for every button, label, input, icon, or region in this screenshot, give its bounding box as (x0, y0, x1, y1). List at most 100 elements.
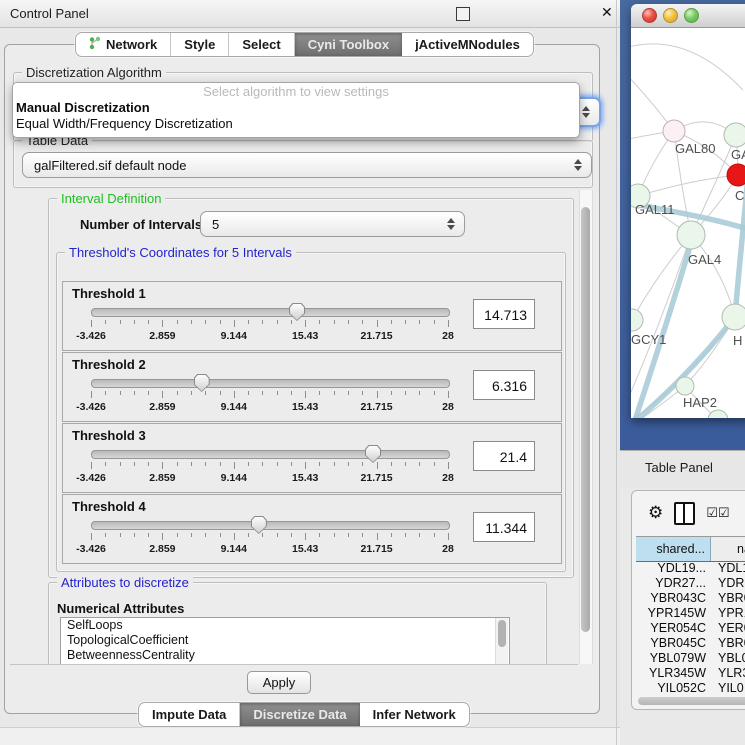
tick-label: 2.859 (132, 472, 192, 484)
numerical-attributes-list[interactable]: SelfLoopsTopologicalCoefficientBetweenne… (60, 617, 510, 665)
tab-network[interactable]: Network (76, 33, 171, 56)
slider-tick (148, 391, 149, 395)
slider-tick (262, 391, 263, 395)
minimize-traffic-icon[interactable] (663, 8, 678, 23)
settings-scroll-viewport: Interval Definition Number of Intervals … (10, 190, 578, 665)
popup-option-equal-width[interactable]: Equal Width/Frequency Discretization (13, 116, 579, 132)
network-edge[interactable] (735, 164, 745, 317)
scrollbar-thumb[interactable] (498, 620, 506, 647)
tick-label: 15.43 (275, 472, 335, 484)
network-node-gal[interactable] (724, 123, 745, 147)
slider-track[interactable] (91, 379, 450, 388)
network-window-titlebar[interactable] (631, 4, 745, 28)
top-tab-strip: NetworkStyleSelectCyni ToolboxjActiveMNo… (75, 32, 534, 57)
checkbox-filter-icons[interactable]: ☑☑ (706, 505, 729, 521)
slider-track[interactable] (91, 521, 450, 530)
table-row[interactable]: YDL19...YDL1 (636, 561, 745, 576)
slider-tick (419, 533, 420, 537)
column-header-shared-name[interactable]: shared... (636, 537, 711, 561)
slider-tick (162, 533, 163, 540)
attribute-list-item[interactable]: TopologicalCoefficient (61, 633, 509, 648)
number-of-intervals-combobox[interactable]: 5 (200, 211, 465, 237)
network-node[interactable] (708, 410, 728, 418)
tab-jactivemnodules[interactable]: jActiveMNodules (402, 33, 533, 56)
slider-tick (120, 462, 121, 466)
group-title: Attributes to discretize (57, 575, 193, 590)
table-row[interactable]: YBL079WYBL0 (636, 651, 745, 666)
table-row[interactable]: YBR045CYBR0 (636, 636, 745, 651)
slider-thumb[interactable] (289, 303, 305, 321)
tab-cyni-toolbox[interactable]: Cyni Toolbox (295, 33, 402, 56)
tab-discretize-data[interactable]: Discretize Data (240, 703, 359, 726)
slider-tick (234, 462, 235, 469)
slider-tick (205, 391, 206, 395)
slider-tick (391, 391, 392, 395)
network-edge[interactable] (638, 175, 738, 196)
cell-shared-name: YBL079W (636, 651, 711, 666)
gear-icon[interactable]: ⚙ (648, 503, 663, 523)
tab-impute-data[interactable]: Impute Data (139, 703, 240, 726)
table-row[interactable]: YIL052CYIL0 (636, 681, 745, 696)
tick-label: 21.715 (347, 543, 407, 555)
table-row[interactable]: YLR345WYLR3 (636, 666, 745, 681)
zoom-traffic-icon[interactable] (684, 8, 699, 23)
slider-thumb[interactable] (251, 516, 267, 534)
horizontal-scrollbar[interactable] (638, 697, 745, 705)
cell-shared-name: YER054C (636, 621, 711, 636)
tab-select[interactable]: Select (229, 33, 294, 56)
tick-label: 2.859 (132, 543, 192, 555)
threshold-value-field[interactable]: 6.316 (473, 370, 535, 400)
slider-tick (334, 533, 335, 537)
slider-track[interactable] (91, 450, 450, 459)
panel-scrollbar[interactable] (579, 190, 593, 664)
threshold-value-field[interactable]: 14.713 (473, 299, 535, 329)
network-view-window[interactable]: GAL80GALCGAL11GAL4GCY1HHAP2 (631, 4, 745, 418)
cell-shared-name: YLR345W (636, 666, 711, 681)
float-window-icon[interactable] (456, 7, 470, 21)
table-row[interactable]: YDR27...YDR2 (636, 576, 745, 591)
slider-tick (319, 462, 320, 466)
table-row[interactable]: YPR145WYPR1 (636, 606, 745, 621)
network-node-h[interactable] (722, 304, 745, 330)
tab-label: Infer Network (373, 707, 456, 722)
slider-track[interactable] (91, 308, 450, 317)
tick-label: 28 (418, 472, 478, 484)
table-row[interactable]: YER054CYER0 (636, 621, 745, 636)
slider-tick (377, 320, 378, 327)
tab-infer-network[interactable]: Infer Network (360, 703, 469, 726)
network-node-gal80[interactable] (663, 120, 685, 142)
tab-style[interactable]: Style (171, 33, 229, 56)
tick-label: 9.144 (204, 543, 264, 555)
network-canvas[interactable]: GAL80GALCGAL11GAL4GCY1HHAP2 (631, 28, 745, 418)
split-pane-divider[interactable] (616, 0, 617, 745)
slider-tick (220, 320, 221, 324)
slider-thumb[interactable] (365, 445, 381, 463)
slider-tick (105, 462, 106, 466)
algorithm-dropdown-popup: Select algorithm to view settings Manual… (12, 82, 580, 138)
split-columns-icon[interactable] (674, 502, 695, 525)
network-node-c[interactable] (727, 164, 745, 186)
popup-option-manual[interactable]: Manual Discretization (13, 100, 579, 116)
network-node-gal4[interactable] (677, 221, 705, 249)
table-data-combobox[interactable]: galFiltered.sif default node (22, 152, 592, 178)
column-header-name[interactable]: name (711, 537, 745, 561)
popup-placeholder: Select algorithm to view settings (13, 83, 579, 100)
slider-tick (277, 320, 278, 324)
attribute-list-item[interactable]: SelfLoops (61, 618, 509, 633)
slider-tick (262, 533, 263, 537)
close-traffic-icon[interactable] (642, 8, 657, 23)
threshold-value-field[interactable]: 21.4 (473, 441, 535, 471)
network-edge[interactable] (631, 44, 743, 90)
slider-tick (319, 533, 320, 537)
slider-thumb[interactable] (194, 374, 210, 392)
apply-button[interactable]: Apply (247, 671, 311, 694)
threshold-value-field[interactable]: 11.344 (473, 512, 535, 542)
list-scrollbar[interactable] (495, 618, 508, 665)
network-node-hap2[interactable] (676, 377, 694, 395)
close-icon[interactable]: ✕ (601, 4, 613, 21)
attribute-list-item[interactable]: BetweennessCentrality (61, 648, 509, 663)
table-row[interactable]: YBR043CYBR0 (636, 591, 745, 606)
network-node-gcy1[interactable] (631, 309, 643, 331)
numerical-attributes-label: Numerical Attributes (57, 601, 184, 616)
scrollbar-thumb[interactable] (581, 207, 590, 632)
